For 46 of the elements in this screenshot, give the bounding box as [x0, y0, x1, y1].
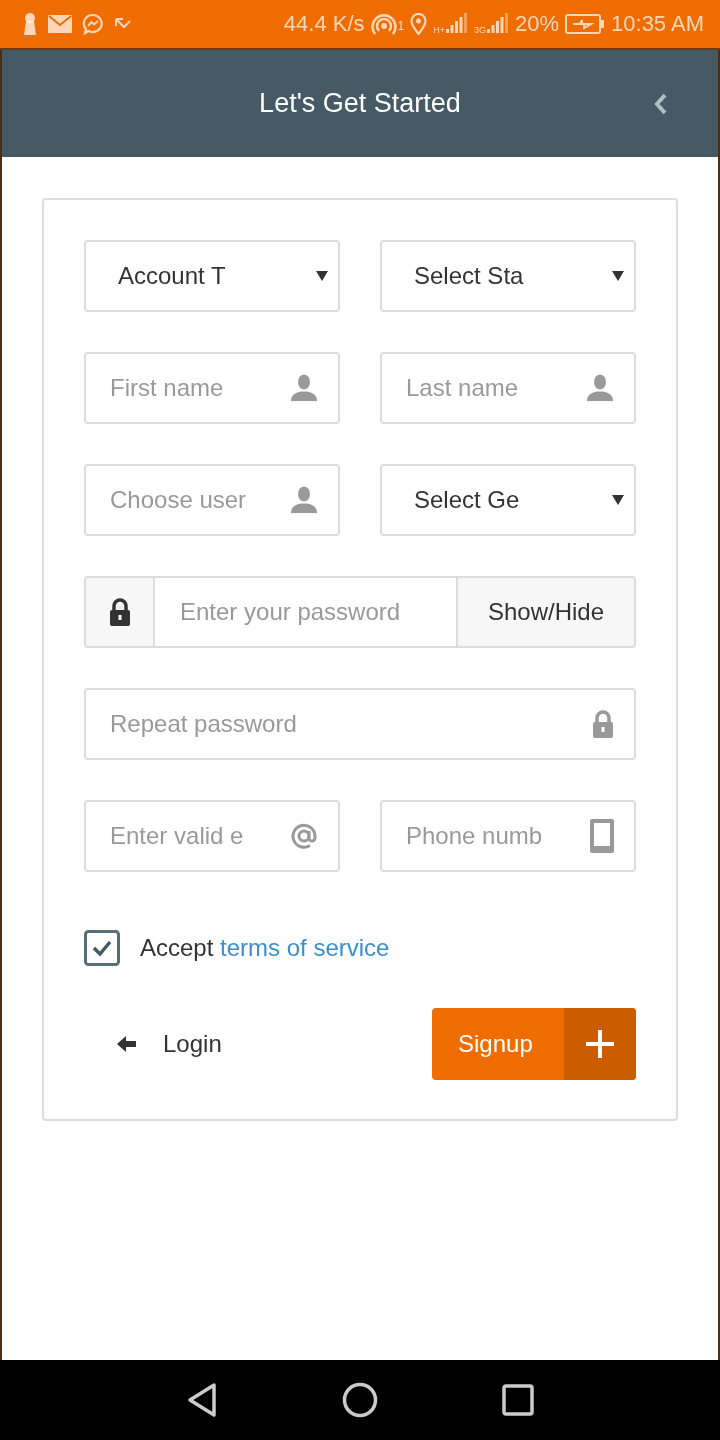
lock-icon	[108, 597, 131, 627]
phone-field[interactable]: Phone numb	[380, 800, 636, 872]
network-speed: 44.4 K/s	[283, 11, 365, 37]
diagonal-arrow-icon	[114, 17, 132, 31]
battery-icon	[565, 14, 606, 34]
terms-label: Accept terms of service	[140, 934, 390, 962]
triangle-icon[interactable]	[186, 1382, 218, 1418]
caret-icon	[612, 495, 624, 505]
dropdown[interactable]: Account T	[84, 240, 340, 312]
circle-icon[interactable]	[342, 1382, 378, 1418]
signal-icon	[446, 13, 468, 35]
plus-icon	[564, 1008, 636, 1080]
mail-icon	[48, 15, 72, 33]
location-pin-icon	[410, 13, 428, 35]
person-icon	[290, 486, 318, 514]
chevron-left-icon[interactable]	[654, 92, 668, 115]
square-icon[interactable]	[502, 1384, 534, 1416]
dropdown[interactable]: Select Sta	[380, 240, 636, 312]
text-field[interactable]: First name	[84, 352, 340, 424]
text-field[interactable]: Choose user	[84, 464, 340, 536]
password-field[interactable]: Repeat password	[84, 688, 636, 760]
at-sign-icon	[290, 822, 318, 850]
person-icon	[290, 374, 318, 402]
email-field[interactable]: Enter valid e	[84, 800, 340, 872]
keyhole-icon	[22, 12, 38, 36]
page-title: Let's Get Started	[259, 88, 461, 119]
network-type-label: 3G	[474, 25, 486, 35]
network-type-label: H+	[433, 25, 445, 35]
caret-icon	[316, 271, 328, 281]
dropdown[interactable]: Select Ge	[380, 464, 636, 536]
signal-icon	[487, 13, 509, 35]
arrow-left-icon	[117, 1035, 137, 1053]
lock-icon	[592, 709, 614, 739]
battery-level: 20%	[515, 11, 560, 37]
chat-bubble-icon	[82, 13, 104, 35]
checkbox[interactable]	[84, 930, 120, 966]
hotspot-icon	[370, 12, 397, 36]
password-field[interactable]: Enter your password	[155, 576, 456, 648]
caret-icon	[612, 271, 624, 281]
phone-icon	[590, 819, 614, 853]
clock: 10:35 AM	[611, 11, 704, 37]
person-icon	[586, 374, 614, 402]
text-field[interactable]: Last name	[380, 352, 636, 424]
hotspot-count: 1	[397, 19, 405, 33]
login-button[interactable]: Login	[84, 1008, 222, 1080]
show-hide-button[interactable]: Show/Hide	[456, 576, 636, 648]
